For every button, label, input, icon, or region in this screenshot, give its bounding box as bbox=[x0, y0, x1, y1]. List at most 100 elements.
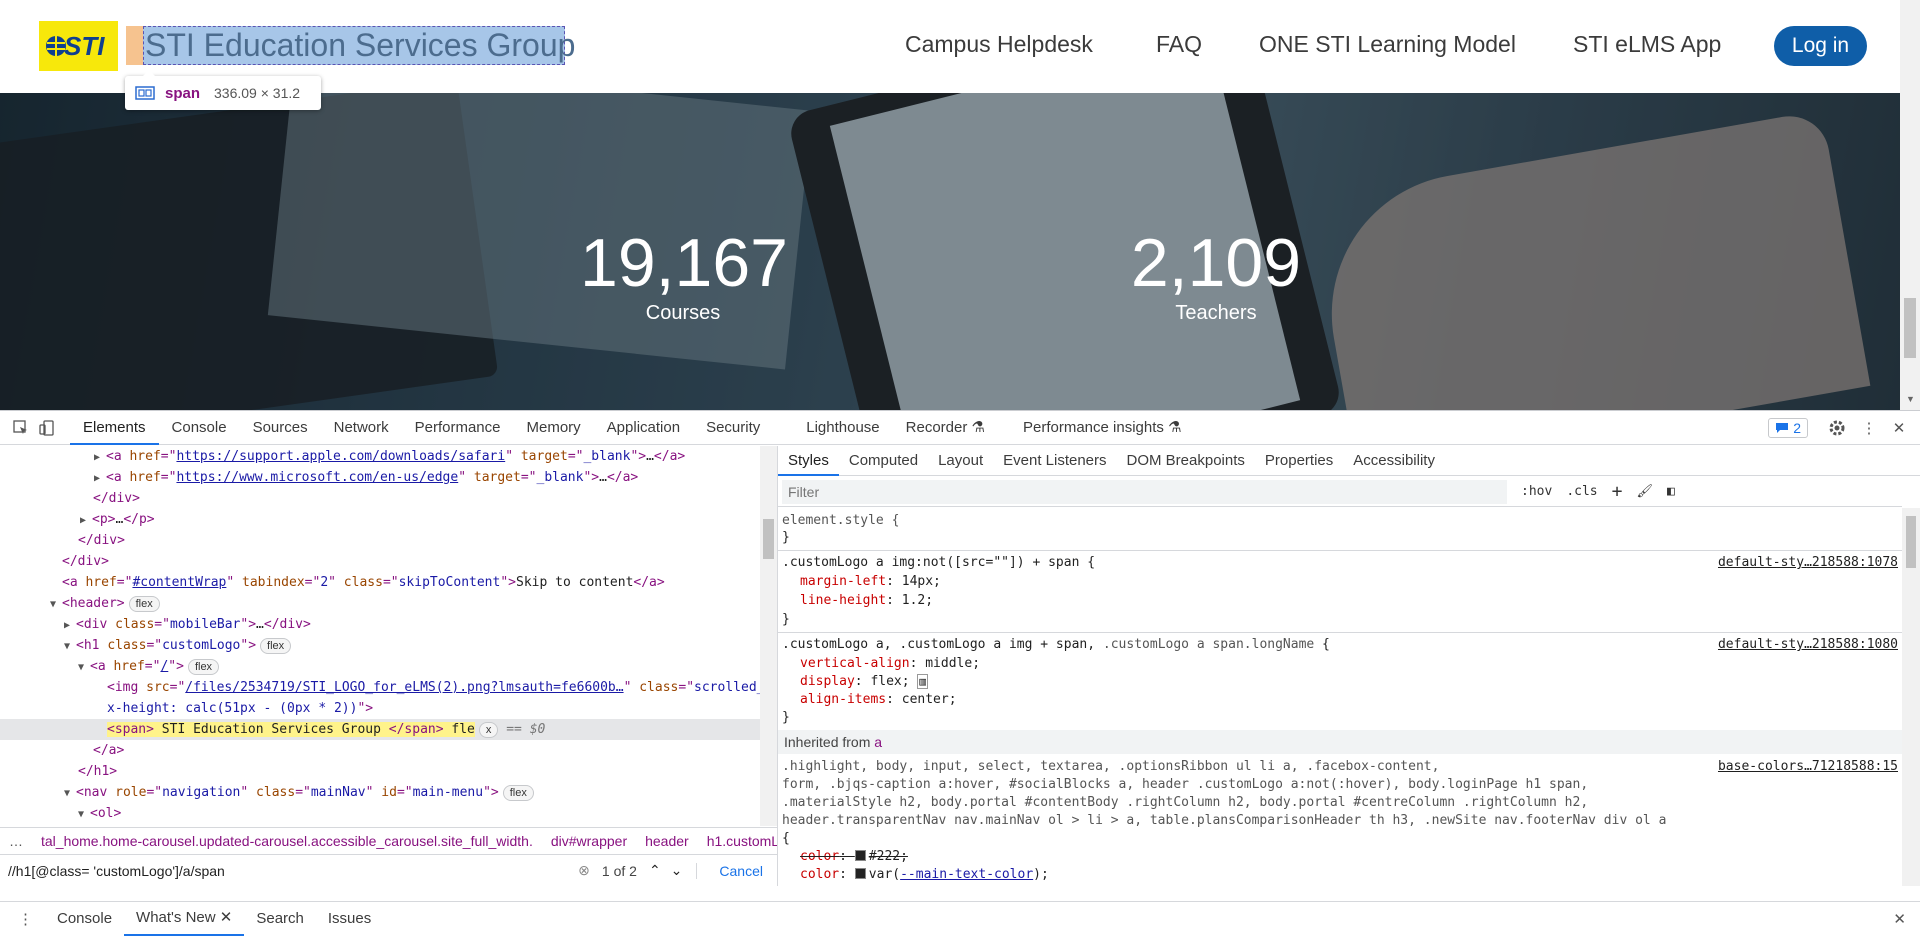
rule-selector[interactable]: .highlight, body, input, select, textare… bbox=[782, 758, 1439, 776]
drawer-tab-issues[interactable]: Issues bbox=[316, 910, 383, 927]
drawer-tab-console[interactable]: Console bbox=[45, 910, 124, 927]
tab-sources[interactable]: Sources bbox=[240, 411, 321, 445]
dom-node[interactable]: ▶ <div class="mobileBar">…</div> bbox=[0, 614, 760, 635]
subtab-styles[interactable]: Styles bbox=[778, 446, 839, 476]
settings-gear-icon[interactable] bbox=[1824, 415, 1850, 441]
paint-brush-icon[interactable]: 🖌 bbox=[1636, 484, 1653, 499]
nav-one-sti-learning-model[interactable]: ONE STI Learning Model bbox=[1259, 31, 1516, 58]
flex-badge[interactable]: flex bbox=[187, 659, 220, 675]
breadcrumb-item[interactable]: tal_home.home-carousel.updated-carousel.… bbox=[32, 833, 542, 849]
breadcrumb-item[interactable]: h1.customLogo bbox=[698, 833, 777, 849]
rule-source-link[interactable]: default-sty…218588:1078 bbox=[1718, 554, 1898, 572]
rule-selector[interactable]: .customLogo a img:not([src=""]) + span { bbox=[782, 554, 1095, 572]
page-scrollbar[interactable]: ▼ bbox=[1900, 0, 1920, 410]
flexbox-editor-icon[interactable]: ▥ bbox=[917, 674, 929, 689]
breadcrumb-item[interactable]: header bbox=[636, 833, 698, 849]
dom-node[interactable]: ▼ <a href="/"> flex bbox=[0, 656, 760, 677]
styles-scrollbar[interactable] bbox=[1902, 508, 1920, 886]
inspect-element-icon[interactable] bbox=[8, 415, 34, 441]
styles-scrollbar-thumb[interactable] bbox=[1906, 516, 1916, 568]
nav-campus-helpdesk[interactable]: Campus Helpdesk bbox=[905, 31, 1093, 58]
dom-node[interactable]: <a href="#contentWrap" tabindex="2" clas… bbox=[0, 572, 760, 593]
dom-href[interactable]: https://support.apple.com/downloads/safa… bbox=[176, 449, 505, 464]
dom-node[interactable]: </a> bbox=[0, 740, 760, 761]
dom-node[interactable]: </div> bbox=[0, 530, 760, 551]
rule-element-style[interactable]: element.style { bbox=[782, 512, 899, 530]
page-scrollbar-thumb[interactable] bbox=[1904, 298, 1916, 358]
hover-state-toggle[interactable]: :hov bbox=[1521, 484, 1552, 499]
tab-performance[interactable]: Performance bbox=[402, 411, 514, 445]
breadcrumb-more-icon[interactable]: … bbox=[0, 833, 32, 849]
tab-application[interactable]: Application bbox=[594, 411, 693, 445]
issues-badge[interactable]: 2 bbox=[1768, 418, 1808, 438]
dom-href[interactable]: https://www.microsoft.com/en-us/edge bbox=[176, 470, 458, 485]
dom-search-input[interactable] bbox=[0, 857, 609, 884]
search-cancel-button[interactable]: Cancel bbox=[696, 862, 777, 879]
tab-elements[interactable]: Elements bbox=[70, 411, 159, 445]
css-declaration[interactable]: margin-left: 14px; bbox=[800, 573, 941, 591]
nav-faq[interactable]: FAQ bbox=[1156, 31, 1202, 58]
css-declaration-overridden[interactable]: color: #222; bbox=[800, 848, 908, 866]
dom-node[interactable]: </div> bbox=[0, 488, 760, 509]
rule-selector[interactable]: .customLogo a, .customLogo a img + span,… bbox=[782, 636, 1330, 654]
flex-badge[interactable]: flex bbox=[128, 596, 160, 612]
color-swatch[interactable] bbox=[854, 850, 866, 861]
dom-node[interactable]: ▼ <h1 class="customLogo"> flex bbox=[0, 635, 760, 656]
subtab-computed[interactable]: Computed bbox=[839, 446, 928, 476]
subtab-event-listeners[interactable]: Event Listeners bbox=[993, 446, 1116, 476]
device-toolbar-icon[interactable] bbox=[34, 415, 60, 441]
login-button[interactable]: Log in bbox=[1774, 26, 1867, 66]
color-swatch[interactable] bbox=[854, 868, 866, 879]
subtab-dom-breakpoints[interactable]: DOM Breakpoints bbox=[1117, 446, 1255, 476]
css-declaration[interactable]: display: flex; ▥ bbox=[800, 673, 929, 691]
close-badge[interactable]: x bbox=[478, 722, 499, 738]
rule-source-link[interactable]: base-colors…71218588:15 bbox=[1718, 758, 1898, 776]
drawer-menu-icon[interactable]: ⋮ bbox=[0, 910, 45, 928]
dom-node[interactable]: </div> bbox=[0, 551, 760, 572]
dom-node[interactable]: ▶ <p>…</p> bbox=[0, 509, 760, 530]
rule-source-link[interactable]: default-sty…218588:1080 bbox=[1718, 636, 1898, 654]
tab-lighthouse[interactable]: Lighthouse bbox=[793, 411, 892, 445]
toggle-sidebar-icon[interactable]: ◧ bbox=[1667, 484, 1675, 499]
flex-badge[interactable]: flex bbox=[260, 638, 292, 654]
css-declaration[interactable]: color: var(--main-text-color); bbox=[800, 866, 1049, 884]
search-prev-icon[interactable]: ⌃ bbox=[649, 862, 661, 879]
dom-node[interactable]: ▼ <header> flex bbox=[0, 593, 760, 614]
dom-node[interactable]: </h1> bbox=[0, 761, 760, 782]
sti-logo[interactable]: STI bbox=[39, 21, 118, 71]
elements-scrollbar-thumb[interactable] bbox=[763, 519, 774, 559]
tab-recorder[interactable]: Recorder ⚗ bbox=[893, 411, 998, 445]
tab-console[interactable]: Console bbox=[159, 411, 240, 445]
subtab-layout[interactable]: Layout bbox=[928, 446, 993, 476]
css-declaration[interactable]: vertical-align: middle; bbox=[800, 655, 980, 673]
tab-network[interactable]: Network bbox=[321, 411, 402, 445]
tab-security[interactable]: Security bbox=[693, 411, 773, 445]
close-drawer-icon[interactable]: ✕ bbox=[1893, 910, 1906, 928]
css-declaration[interactable]: line-height: 1.2; bbox=[800, 592, 933, 610]
more-options-icon[interactable]: ⋮ bbox=[1856, 415, 1882, 441]
css-declaration[interactable]: align-items: center; bbox=[800, 691, 957, 709]
close-tab-icon[interactable]: ✕ bbox=[220, 909, 233, 926]
site-name[interactable]: STI Education Services Group bbox=[143, 26, 575, 65]
dom-node[interactable]: ▶ <a href="https://www.microsoft.com/en-u… bbox=[0, 467, 760, 488]
flex-badge[interactable]: flex bbox=[502, 785, 534, 801]
dom-node[interactable]: <img src="/files/2534719/STI_LOGO_for_eL… bbox=[0, 677, 760, 698]
tab-performance-insights[interactable]: Performance insights ⚗ bbox=[1010, 411, 1195, 445]
elements-tree[interactable]: ▶ <a href="https://support.apple.com/down… bbox=[0, 446, 760, 826]
subtab-properties[interactable]: Properties bbox=[1255, 446, 1343, 476]
class-toggle[interactable]: .cls bbox=[1566, 484, 1597, 499]
dom-node-selected[interactable]: <span> STI Education Services Group </sp… bbox=[0, 719, 760, 740]
dom-node[interactable]: ▶ <a href="https://support.apple.com/down… bbox=[0, 446, 760, 467]
drawer-tab-search[interactable]: Search bbox=[244, 910, 316, 927]
nav-sti-elms-app[interactable]: STI eLMS App bbox=[1573, 31, 1721, 58]
scroll-down-arrow-icon[interactable]: ▼ bbox=[1906, 394, 1915, 404]
styles-filter-input[interactable] bbox=[782, 479, 1507, 504]
subtab-accessibility[interactable]: Accessibility bbox=[1343, 446, 1445, 476]
clear-search-icon[interactable]: ⊗ bbox=[578, 862, 590, 879]
breadcrumb-item[interactable]: div#wrapper bbox=[542, 833, 636, 849]
drawer-tab-whats-new[interactable]: What's New ✕ bbox=[124, 902, 245, 936]
new-rule-icon[interactable]: + bbox=[1612, 481, 1623, 502]
dom-node[interactable]: ▼ <ol> bbox=[0, 803, 760, 824]
search-next-icon[interactable]: ⌄ bbox=[671, 862, 683, 879]
inherited-tag-link[interactable]: a bbox=[874, 734, 882, 750]
